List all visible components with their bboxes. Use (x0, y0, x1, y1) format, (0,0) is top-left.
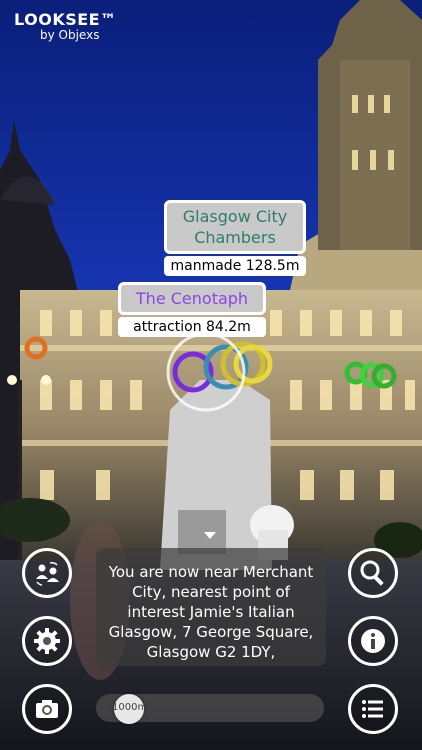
menu-icon (362, 700, 383, 718)
search-button[interactable] (348, 548, 398, 598)
poi-label-cenotaph[interactable]: The Cenotaph attraction 84.2m (118, 282, 266, 337)
poi-distance: attraction 84.2m (118, 317, 266, 337)
camera-button[interactable] (22, 684, 72, 734)
camera-icon (36, 700, 58, 718)
app-logo: LOOKSEE™ by Objexs (14, 10, 117, 42)
settings-button[interactable] (22, 616, 72, 666)
message-collapse-icon[interactable] (204, 532, 216, 539)
poi-name: Glasgow City Chambers (164, 200, 306, 254)
info-button[interactable] (348, 616, 398, 666)
share-button[interactable] (22, 548, 72, 598)
poi-distance: manmade 128.5m (164, 256, 306, 276)
search-icon (360, 560, 384, 586)
poi-label-city-chambers[interactable]: Glasgow City Chambers manmade 128.5m (164, 200, 306, 276)
poi-name: The Cenotaph (118, 282, 266, 315)
info-icon (361, 629, 385, 653)
message-text: You are now near Merchant City, nearest … (108, 563, 314, 661)
menu-button[interactable] (348, 684, 398, 734)
gear-icon (34, 628, 60, 654)
people-swap-icon (36, 562, 59, 586)
range-label: 1000m (112, 702, 148, 713)
nearby-message: You are now near Merchant City, nearest … (96, 532, 326, 666)
range-slider[interactable]: 1000m (96, 694, 324, 724)
app-byline: by Objexs (40, 28, 100, 42)
app-brand: LOOKSEE™ (14, 10, 117, 29)
